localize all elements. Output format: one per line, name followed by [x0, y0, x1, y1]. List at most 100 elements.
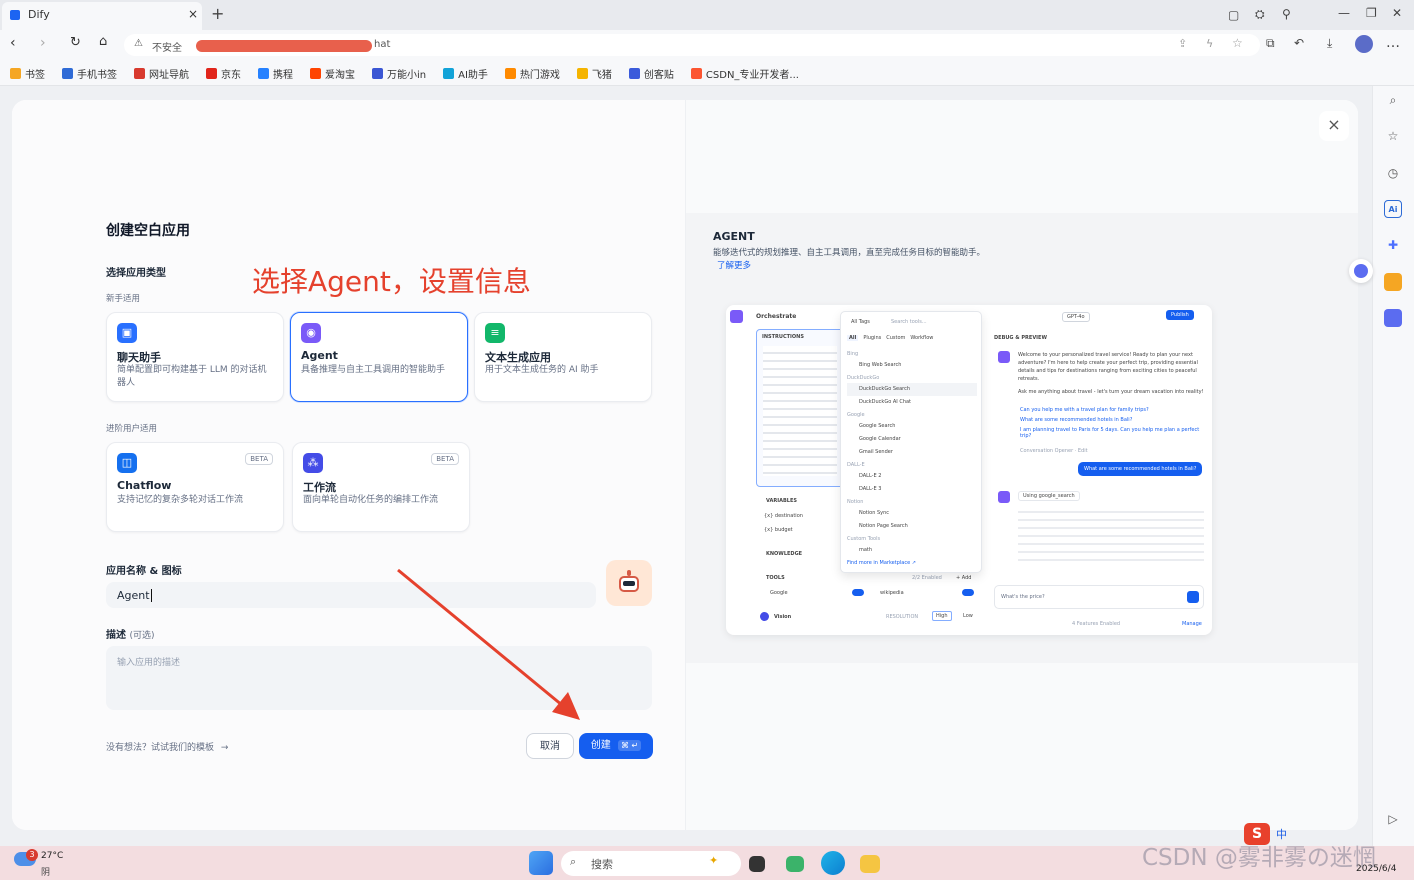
maximize-icon[interactable]: ❐ [1366, 6, 1377, 20]
tool-dropdown: All Tags Search tools... All Plugins Custo… [840, 311, 982, 573]
mini-tools-count: 2/2 Enabled [912, 575, 942, 581]
card-workflow[interactable]: ⁂ BETA 工作流 面向单轮自动化任务的编排工作流 [292, 442, 470, 532]
split-screen-icon[interactable]: ▢ [1228, 8, 1239, 22]
collections-icon[interactable]: ⧉ [1266, 36, 1275, 51]
card-title: Agent [301, 349, 338, 362]
bookmark-item[interactable]: CSDN_专业开发者... [690, 66, 799, 81]
mini-tool-item: math [859, 547, 873, 553]
bookmark-favicon-icon [310, 68, 321, 79]
back-icon[interactable]: ‹ [10, 35, 16, 51]
tab-close-icon[interactable]: × [188, 7, 198, 21]
mini-tool-item: Google Calendar [859, 436, 901, 442]
extensions-icon[interactable]: ⚲ [1282, 7, 1291, 21]
screen-app-icon[interactable] [786, 856, 804, 872]
tab-dify[interactable]: Dify × [2, 2, 202, 30]
mini-user-msg: What are some recommended hotels in Bali… [1078, 462, 1203, 476]
taskbar-search[interactable]: ⌕ 搜索 ✦ [561, 851, 741, 876]
file-explorer-icon[interactable] [860, 855, 880, 873]
mini-manage: Manage [1182, 621, 1202, 627]
card-chat-assistant[interactable]: ▣ 聊天助手 简单配置即可构建基于 LLM 的对话机器人 [106, 312, 284, 402]
robot-icon [616, 570, 642, 596]
mini-filter: All [847, 335, 859, 341]
mini-opener: Conversation Opener · Edit [1020, 448, 1088, 454]
bookmark-item[interactable]: 创客贴 [628, 66, 674, 81]
close-button[interactable]: × [1319, 111, 1349, 141]
weather-desc: 阴 [41, 868, 51, 878]
app-name-value: Agent [117, 589, 150, 602]
toggle-wikipedia [962, 589, 974, 596]
tab-title: Dify [28, 8, 50, 21]
card-desc: 简单配置即可构建基于 LLM 的对话机器人 [117, 365, 267, 388]
game-icon[interactable]: ✚ [1384, 236, 1402, 254]
sync-icon[interactable]: ⛭ [1255, 7, 1265, 22]
app-icon-picker[interactable] [606, 560, 652, 606]
mini-search-tools: Search tools... [891, 319, 927, 325]
bookmark-favicon-icon [206, 68, 217, 79]
learn-more-link[interactable]: 了解更多 [717, 259, 751, 271]
mini-knowledge: KNOWLEDGE [766, 551, 803, 557]
text-gen-icon: ≡ [485, 323, 505, 343]
bookmark-item[interactable]: AI助手 [443, 66, 488, 81]
download-icon[interactable]: ⤓ [1327, 36, 1332, 51]
create-button[interactable]: 创建 ⌘ ↵ [579, 733, 653, 759]
card-desc: 具备推理与自主工具调用的智能助手 [301, 365, 446, 375]
history-icon[interactable]: ◷ [1384, 164, 1402, 182]
card-agent[interactable]: ◉ Agent 具备推理与自主工具调用的智能助手 [290, 312, 468, 402]
ai-icon[interactable]: Ai [1384, 200, 1402, 218]
search-icon[interactable]: ⌕ [1384, 91, 1402, 109]
bot-avatar [998, 351, 1010, 363]
profile-avatar[interactable] [1355, 35, 1373, 53]
favorite-icon[interactable]: ☆ [1232, 36, 1243, 50]
bag-icon[interactable] [1384, 273, 1402, 291]
edge-browser-icon[interactable] [821, 851, 845, 875]
mini-tool-item: DALL-E 3 [859, 486, 882, 492]
windows-start-icon[interactable] [529, 851, 553, 875]
bookmark-item[interactable]: 飞猪 [576, 66, 612, 81]
minimize-icon[interactable]: — [1338, 6, 1350, 20]
bookmark-item[interactable]: 携程 [258, 66, 293, 81]
card-text-generation[interactable]: ≡ 文本生成应用 用于文本生成任务的 AI 助手 [474, 312, 652, 402]
bookmark-item[interactable]: 书签 [10, 66, 45, 81]
share-icon[interactable]: ⇪ [1178, 37, 1187, 50]
bookmark-item[interactable]: 网址导航 [134, 66, 189, 81]
bookmark-item[interactable]: 热门游戏 [504, 66, 560, 81]
translate-icon[interactable] [1349, 259, 1373, 283]
bookmark-label: 万能小in [387, 70, 427, 81]
forward-icon[interactable]: › [40, 35, 46, 51]
orchestrate-app-icon [730, 310, 743, 323]
close-window-icon[interactable]: ✕ [1392, 6, 1402, 20]
new-tab-icon[interactable]: + [211, 4, 224, 23]
description-label-text: 描述 [106, 630, 126, 641]
template-link[interactable]: 没有想法？试试我们的模板 → [106, 740, 228, 753]
home-icon[interactable]: ⌂ [99, 34, 107, 49]
arrow-right-icon: → [220, 743, 229, 753]
undo-icon[interactable]: ↶ [1294, 36, 1304, 50]
mini-ask: Ask me anything about travel - let's tur… [1018, 389, 1204, 395]
chat-bubble-icon: ▣ [117, 323, 137, 343]
star-icon[interactable]: ☆ [1384, 127, 1402, 145]
cancel-button[interactable]: 取消 [526, 733, 574, 759]
address-bar[interactable]: ⚠ 不安全 hat ⇪ ϟ ☆ [124, 34, 1260, 56]
bookmark-item[interactable]: 万能小in [372, 66, 426, 81]
reload-icon[interactable]: ↻ [70, 35, 81, 50]
mini-filter: Plugins [863, 335, 882, 341]
more-menu-icon[interactable]: … [1386, 35, 1400, 51]
redacted-url [196, 40, 372, 52]
mini-group-name: DuckDuckGo [847, 375, 880, 381]
mini-tool2: wikipedia [880, 590, 904, 596]
mini-vision: Vision [774, 614, 792, 620]
app-type-label: 选择应用类型 [106, 268, 166, 279]
taskview-icon[interactable] [749, 856, 765, 872]
mini-instructions: INSTRUCTIONS [762, 334, 804, 340]
bookmark-item[interactable]: 爱淘宝 [310, 66, 355, 81]
annotation-text: 选择Agent，设置信息 [252, 265, 531, 298]
collapse-icon[interactable]: ▷ [1384, 810, 1402, 828]
bolt-icon[interactable]: ϟ [1206, 37, 1213, 50]
note-icon[interactable] [1384, 309, 1402, 327]
bookmark-item[interactable]: 手机书签 [62, 66, 117, 81]
security-label: 不安全 [152, 43, 182, 54]
card-title: Chatflow [117, 479, 172, 492]
card-chatflow[interactable]: ◫ BETA Chatflow 支持记忆的复杂多轮对话工作流 [106, 442, 284, 532]
bookmark-item[interactable]: 京东 [206, 66, 241, 81]
mini-tool-item: DALL-E 2 [859, 473, 882, 479]
